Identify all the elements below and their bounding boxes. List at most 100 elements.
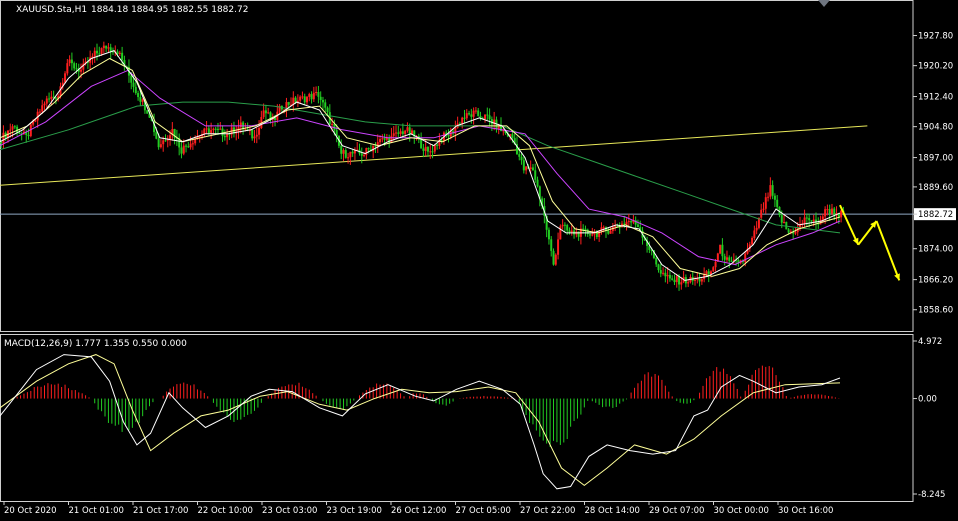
candle-body: [828, 209, 831, 214]
candle-body: [41, 105, 44, 112]
candle-body: [511, 134, 514, 138]
candle-body: [586, 229, 589, 235]
candle-body: [769, 185, 772, 197]
candle-body: [244, 129, 247, 131]
candle-body: [105, 45, 108, 49]
candle-body: [54, 97, 57, 99]
candle-body: [812, 219, 815, 222]
candle-body: [518, 154, 521, 157]
candle-body: [264, 110, 267, 114]
candle-body: [191, 143, 194, 145]
header-symbol: XAUUSD.Sta,H1: [16, 5, 87, 15]
y-tick-label: 1920.20: [918, 62, 953, 72]
candle-body: [258, 127, 261, 135]
candle-body: [2, 132, 5, 144]
candle-body: [424, 146, 427, 151]
y-tick-label: 1889.60: [918, 183, 953, 193]
candle-body: [214, 128, 217, 130]
candle-body: [764, 197, 767, 209]
candle-body: [465, 113, 468, 119]
candle-body: [121, 52, 124, 61]
candle-body: [73, 63, 76, 69]
candle-body: [155, 132, 158, 139]
candle-body: [657, 264, 660, 271]
candle-body: [698, 278, 701, 282]
candle-body: [659, 270, 662, 274]
candle-body: [102, 45, 105, 49]
candle-body: [570, 230, 573, 233]
candle-body: [253, 136, 256, 139]
candle-body: [226, 133, 229, 138]
candle-body: [408, 127, 411, 135]
candle-body: [146, 110, 149, 114]
chart-canvas: 1927.80 1920.20 1912.40 1904.80 1897.00 1889.…: [0, 0, 958, 517]
x-tick-label: 22 Oct 10:00: [198, 506, 253, 516]
candle-body: [182, 145, 185, 154]
candle-body: [671, 278, 674, 280]
candle-body: [824, 209, 827, 217]
candle-body: [80, 69, 83, 72]
candle-body: [267, 112, 270, 114]
candle-body: [821, 216, 824, 220]
candle-body: [557, 239, 560, 255]
candle-body: [426, 146, 429, 152]
candle-body: [70, 59, 73, 64]
y-tick-label: 1904.80: [918, 123, 953, 133]
candle-body: [719, 244, 722, 254]
candle-body: [563, 224, 566, 226]
candle-body: [287, 102, 290, 105]
candle-body: [13, 126, 16, 128]
candle-body: [714, 261, 717, 268]
x-tick-label: 21 Oct 01:00: [69, 506, 124, 516]
candle-body: [169, 135, 172, 140]
candle-body: [365, 148, 368, 156]
candle-body: [48, 98, 51, 100]
candle-body: [582, 228, 585, 230]
candle-body: [751, 237, 754, 245]
candle-body: [326, 107, 329, 113]
candle-body: [762, 208, 765, 210]
candle-body: [331, 123, 334, 125]
candle-body: [310, 94, 313, 100]
candle-body: [461, 117, 464, 124]
candle-body: [607, 230, 610, 234]
candle-body: [180, 147, 183, 154]
candle-body: [91, 56, 94, 58]
current-price-label: 1882.72: [918, 210, 953, 220]
candle-body: [609, 231, 612, 234]
candle-body: [780, 215, 783, 223]
candle-body: [662, 272, 665, 274]
candle-body: [9, 129, 12, 131]
macd-y-tick-label: 4.972: [918, 337, 942, 347]
candle-body: [139, 97, 142, 102]
candle-body: [255, 134, 258, 137]
x-tick-label: 28 Oct 14:00: [585, 506, 640, 516]
candle-body: [321, 99, 324, 103]
candle-body: [630, 221, 633, 223]
candle-body: [372, 145, 375, 152]
candle-body: [251, 129, 254, 139]
candle-body: [694, 279, 697, 281]
candle-body: [221, 128, 224, 136]
candle-body: [794, 232, 797, 234]
x-tick-label: 27 Oct 22:00: [520, 506, 575, 516]
candle-body: [301, 96, 304, 98]
y-tick-label: 1866.20: [918, 276, 953, 286]
candle-body: [522, 160, 525, 171]
candle-body: [486, 114, 489, 116]
candle-body: [360, 153, 363, 156]
candle-body: [554, 254, 557, 265]
candle-body: [826, 209, 829, 211]
candle-body: [675, 276, 678, 283]
candle-body: [602, 227, 605, 229]
candle-body: [787, 229, 790, 233]
candle-body: [707, 271, 710, 275]
candle-body: [561, 224, 564, 227]
candle-body: [134, 86, 137, 94]
candle-body: [315, 92, 318, 94]
candle-body: [349, 151, 352, 158]
y-tick-label: 1927.80: [918, 32, 953, 42]
candle-body: [397, 132, 400, 134]
candle-body: [132, 82, 135, 87]
candle-body: [666, 274, 669, 277]
